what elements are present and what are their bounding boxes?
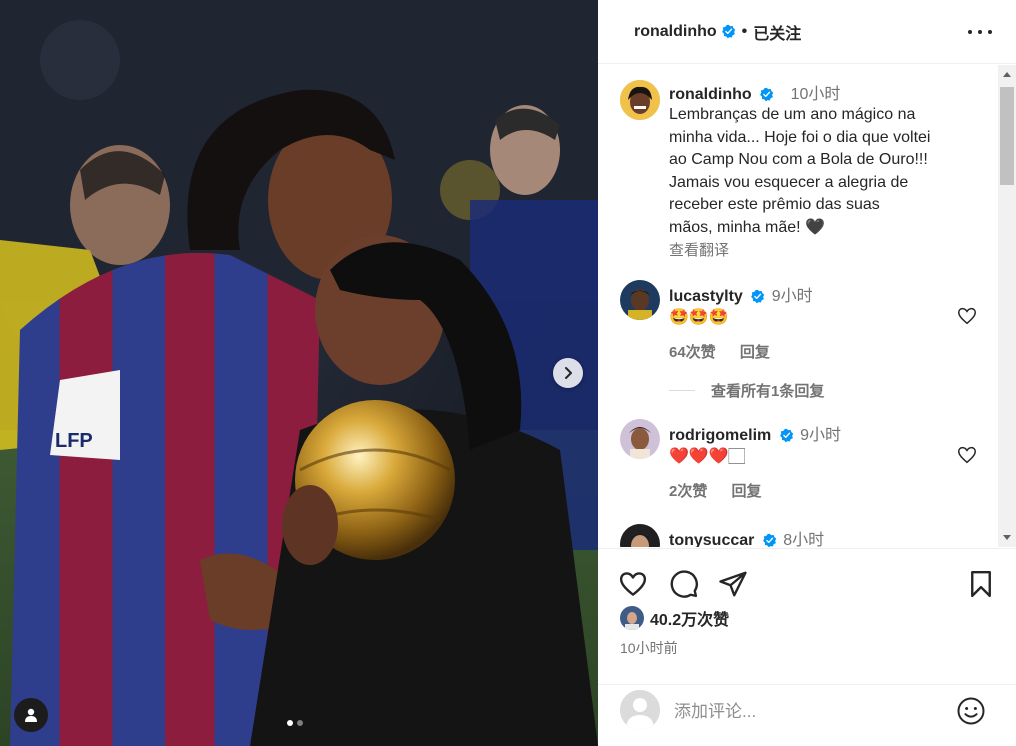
comment: tonysuccar 8小时 xyxy=(669,526,969,547)
like-comment-heart-icon[interactable] xyxy=(956,444,978,466)
scroll-down-arrow[interactable] xyxy=(1003,535,1011,540)
scroll-up-arrow[interactable] xyxy=(1003,72,1011,77)
caption-line: receber este prêmio das suas xyxy=(669,196,880,213)
carousel-indicator xyxy=(287,720,303,726)
next-image-button[interactable] xyxy=(553,358,583,388)
avatar-image xyxy=(620,419,660,459)
verified-badge-icon xyxy=(762,534,777,547)
comment-likes[interactable]: 64次赞 xyxy=(669,344,716,361)
comment: rodrigomelim 9小时 ❤️❤️❤️🏻 2次赞 回复 xyxy=(669,421,969,501)
header-username[interactable]: ronaldinho xyxy=(634,23,717,41)
reply-button[interactable]: 回复 xyxy=(732,483,762,500)
verified-badge-icon xyxy=(751,290,765,304)
photo-scene: LFP xyxy=(0,0,598,746)
caption-line: Lembranças de um ano mágico na xyxy=(669,106,916,123)
caption-line: mãos, minha mãe! 🖤 xyxy=(669,218,825,236)
comment-time[interactable]: 8小时 xyxy=(783,532,824,547)
comment-time[interactable]: 9小时 xyxy=(772,288,813,305)
post-photo[interactable]: LFP xyxy=(0,0,598,746)
liker-avatar xyxy=(620,606,644,630)
like-comment-heart-icon[interactable] xyxy=(956,305,978,327)
more-dot xyxy=(978,30,982,34)
caption-line: minha vida... Hoje foi o dia que voltei xyxy=(669,128,931,146)
tagged-users-button[interactable] xyxy=(14,698,48,732)
chevron-right-icon xyxy=(565,367,572,379)
caption-username[interactable]: ronaldinho xyxy=(669,86,752,103)
comments-scrollbar[interactable] xyxy=(998,65,1016,547)
post-side-panel: ronaldinho • 已关注 ronaldinho 10小时 Lembran… xyxy=(598,0,1016,746)
view-replies-label: 查看所有1条回复 xyxy=(711,383,825,400)
comment-username[interactable]: tonysuccar xyxy=(669,532,754,547)
caption: ronaldinho 10小时 Lembranças de um ano mág… xyxy=(669,80,979,260)
verified-badge-icon xyxy=(760,88,774,102)
like-heart-icon[interactable] xyxy=(618,569,648,599)
comment-time[interactable]: 9小时 xyxy=(800,427,841,444)
avatar-image xyxy=(620,524,660,547)
caption-time[interactable]: 10小时 xyxy=(791,86,841,103)
verified-badge-icon xyxy=(779,429,793,443)
verified-badge-icon xyxy=(721,24,735,39)
add-comment-bar xyxy=(598,684,1016,746)
reply-button[interactable]: 回复 xyxy=(740,344,770,361)
separator-dot: • xyxy=(741,22,748,40)
likes-summary[interactable]: 40.2万次赞 xyxy=(620,606,729,630)
posted-time[interactable]: 10小时前 xyxy=(620,638,678,658)
comment-text: 🤩🤩🤩 xyxy=(669,309,729,326)
default-avatar-icon xyxy=(620,690,660,730)
comment-likes[interactable]: 2次赞 xyxy=(669,483,707,500)
comment-avatar[interactable] xyxy=(620,524,660,547)
svg-text:LFP: LFP xyxy=(55,430,93,452)
more-dot xyxy=(988,30,992,34)
share-send-icon[interactable] xyxy=(718,569,748,599)
scrollbar-thumb[interactable] xyxy=(1000,87,1014,185)
avatar-image xyxy=(620,280,660,320)
current-user-avatar xyxy=(620,690,660,730)
emoji-icon[interactable] xyxy=(956,696,986,726)
carousel-dot xyxy=(297,720,303,726)
save-bookmark-icon[interactable] xyxy=(966,569,996,599)
post-actions: 40.2万次赞 10小时前 xyxy=(598,548,1016,684)
add-comment-input[interactable] xyxy=(674,699,944,725)
more-options-button[interactable] xyxy=(968,22,992,42)
comment-bubble-icon[interactable] xyxy=(669,569,699,599)
comment-text: ❤️❤️❤️🏻 xyxy=(669,448,745,465)
comment-meta: 2次赞 回复 xyxy=(669,480,969,501)
avatar-image xyxy=(620,80,660,120)
comment-username[interactable]: lucastylty xyxy=(669,288,743,305)
caption-text: Lembranças de um ano mágico na minha vid… xyxy=(669,104,979,239)
comments-list[interactable]: ronaldinho 10小时 Lembranças de um ano mág… xyxy=(598,65,1016,547)
comment-avatar[interactable] xyxy=(620,419,660,459)
likes-count[interactable]: 40.2万次赞 xyxy=(650,606,729,630)
more-dot xyxy=(968,30,972,34)
carousel-dot-active xyxy=(287,720,293,726)
see-translation-link[interactable]: 查看翻译 xyxy=(669,239,979,260)
user-icon xyxy=(25,708,37,722)
caption-line: ao Camp Nou com a Bola de Ouro!!! xyxy=(669,151,928,168)
replies-divider xyxy=(669,390,695,391)
view-replies-link[interactable]: 查看所有1条回复 xyxy=(669,380,824,401)
comment: lucastylty 9小时 🤩🤩🤩 64次赞 回复 xyxy=(669,282,969,362)
caption-avatar[interactable] xyxy=(620,80,660,120)
comment-meta: 64次赞 回复 xyxy=(669,341,969,362)
caption-line: Jamais vou esquecer a alegria de xyxy=(669,173,909,191)
post-header: ronaldinho • 已关注 xyxy=(598,0,1016,64)
comment-avatar[interactable] xyxy=(620,280,660,320)
comment-username[interactable]: rodrigomelim xyxy=(669,427,771,444)
avatar-image xyxy=(620,606,644,630)
following-button[interactable]: 已关注 xyxy=(753,20,801,44)
